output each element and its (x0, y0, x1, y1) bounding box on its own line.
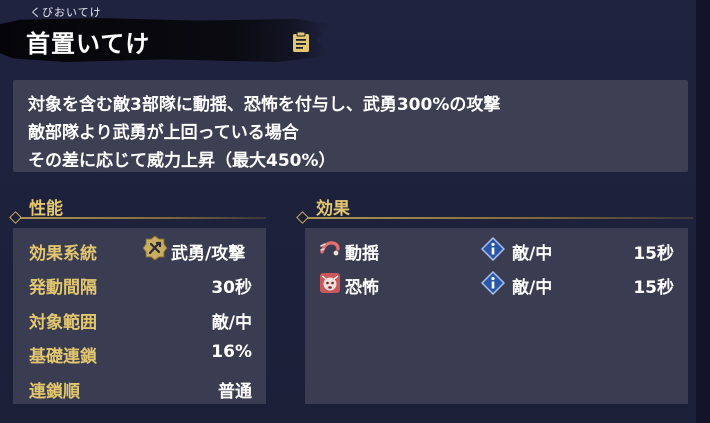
description-line: 対象を含む敵3部隊に動揺、恐怖を付与し、武勇300%の攻撃 (28, 95, 501, 115)
stat-value: 武勇/攻撃 (171, 244, 246, 264)
description-line: その差に応じて威力上昇（最大450%） (28, 151, 336, 171)
stat-row-interval: 発動間隔 30秒 (13, 273, 266, 303)
stat-label: 連鎖順 (29, 382, 80, 402)
stat-value: 普通 (218, 382, 252, 402)
performance-heading: 性能 (29, 199, 63, 219)
info-icon[interactable] (481, 237, 505, 261)
effect-duration: 15秒 (633, 244, 674, 264)
effects-divider (303, 217, 693, 219)
skill-description-box: 対象を含む敵3部隊に動揺、恐怖を付与し、武勇300%の攻撃 敵部隊より武勇が上回… (13, 80, 688, 172)
stat-label: 基礎連鎖 (29, 347, 97, 367)
info-icon[interactable] (481, 271, 505, 295)
effect-name: 恐怖 (345, 278, 379, 298)
stat-value: 30秒 (211, 278, 252, 298)
effect-row-shaken: 動揺 敵/中 15秒 (305, 237, 688, 269)
window-edge (696, 0, 710, 423)
effect-row-fear: 恐怖 敵/中 15秒 (305, 271, 688, 303)
effect-duration: 15秒 (633, 278, 674, 298)
effect-target: 敵/中 (512, 244, 553, 264)
stat-row-effect-type: 効果系統 武勇/攻撃 (13, 235, 266, 269)
effect-name: 動揺 (345, 244, 379, 264)
skill-name: 首置いてけ (26, 30, 151, 58)
effects-heading: 効果 (316, 199, 350, 219)
stat-value: 16% (211, 342, 252, 362)
martial-attack-icon (142, 235, 168, 261)
stat-row-base-chain: 基礎連鎖 16% (13, 342, 266, 372)
description-line: 敵部隊より武勇が上回っている場合 (28, 123, 299, 143)
skill-furigana: くびおいてけ (30, 6, 102, 19)
shaken-icon (320, 241, 340, 256)
performance-panel: 効果系統 武勇/攻撃 発動間隔 30秒 対象範囲 敵/中 基礎連鎖 16% 連鎖… (13, 228, 266, 404)
stat-row-range: 対象範囲 敵/中 (13, 308, 266, 338)
memo-icon[interactable] (291, 31, 311, 53)
stat-label: 発動間隔 (29, 278, 97, 298)
performance-divider (16, 217, 266, 219)
stat-value: 敵/中 (211, 313, 252, 333)
effect-target: 敵/中 (512, 278, 553, 298)
fear-icon (320, 273, 340, 293)
stat-label: 効果系統 (29, 244, 97, 264)
stat-label: 対象範囲 (29, 313, 97, 333)
effects-panel: 動揺 敵/中 15秒 恐怖 敵/中 15秒 (305, 228, 688, 404)
stat-row-chain-order: 連鎖順 普通 (13, 377, 266, 407)
